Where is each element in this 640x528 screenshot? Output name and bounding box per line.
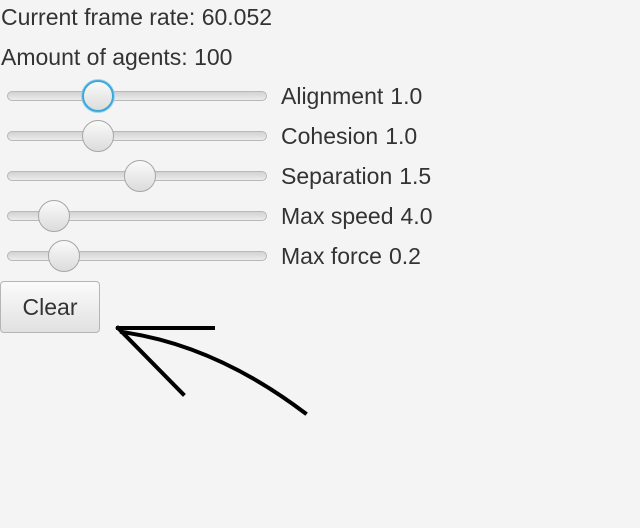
cohesion-label: Cohesion 1.0 — [281, 122, 417, 150]
separation-slider[interactable] — [7, 160, 267, 192]
max-force-label-text: Max force — [281, 243, 382, 269]
max-force-label: Max force 0.2 — [281, 242, 421, 270]
separation-label: Separation 1.5 — [281, 162, 431, 190]
agent-count-value: 100 — [194, 44, 233, 70]
max-force-slider-thumb[interactable] — [48, 240, 80, 272]
alignment-slider-thumb[interactable] — [82, 80, 114, 112]
clear-button[interactable]: Clear — [0, 281, 100, 333]
separation-label-text: Separation — [281, 163, 393, 189]
frame-rate-value: 60.052 — [201, 4, 273, 30]
separation-value: 1.5 — [399, 163, 432, 189]
max-speed-value: 4.0 — [400, 203, 433, 229]
max-force-slider-track[interactable] — [7, 251, 267, 261]
max-force-slider[interactable] — [7, 240, 267, 272]
alignment-slider-row: Alignment 1.0 — [0, 76, 640, 116]
agent-count-label: Amount of agents: — [1, 44, 188, 70]
max-force-value: 0.2 — [388, 243, 421, 269]
alignment-label: Alignment 1.0 — [281, 82, 422, 110]
cohesion-slider-thumb[interactable] — [82, 120, 114, 152]
max-force-slider-row: Max force 0.2 — [0, 236, 640, 276]
max-speed-label: Max speed 4.0 — [281, 202, 433, 230]
frame-rate-label: Current frame rate: — [1, 4, 196, 30]
frame-rate-text: Current frame rate: 60.052 — [1, 3, 272, 31]
cohesion-value: 1.0 — [385, 123, 418, 149]
max-speed-slider-row: Max speed 4.0 — [0, 196, 640, 236]
max-speed-label-text: Max speed — [281, 203, 394, 229]
cohesion-slider-track[interactable] — [7, 131, 267, 141]
cohesion-slider-row: Cohesion 1.0 — [0, 116, 640, 156]
alignment-value: 1.0 — [390, 83, 423, 109]
separation-slider-row: Separation 1.5 — [0, 156, 640, 196]
max-speed-slider-thumb[interactable] — [38, 200, 70, 232]
separation-slider-thumb[interactable] — [124, 160, 156, 192]
arrow-lower-stroke — [115, 325, 186, 397]
arrow-shaft — [119, 329, 308, 416]
alignment-slider[interactable] — [7, 80, 267, 112]
alignment-label-text: Alignment — [281, 83, 384, 109]
cohesion-label-text: Cohesion — [281, 123, 379, 149]
agent-count-text: Amount of agents: 100 — [1, 43, 232, 71]
cohesion-slider[interactable] — [7, 120, 267, 152]
alignment-slider-track[interactable] — [7, 91, 267, 101]
max-speed-slider[interactable] — [7, 200, 267, 232]
